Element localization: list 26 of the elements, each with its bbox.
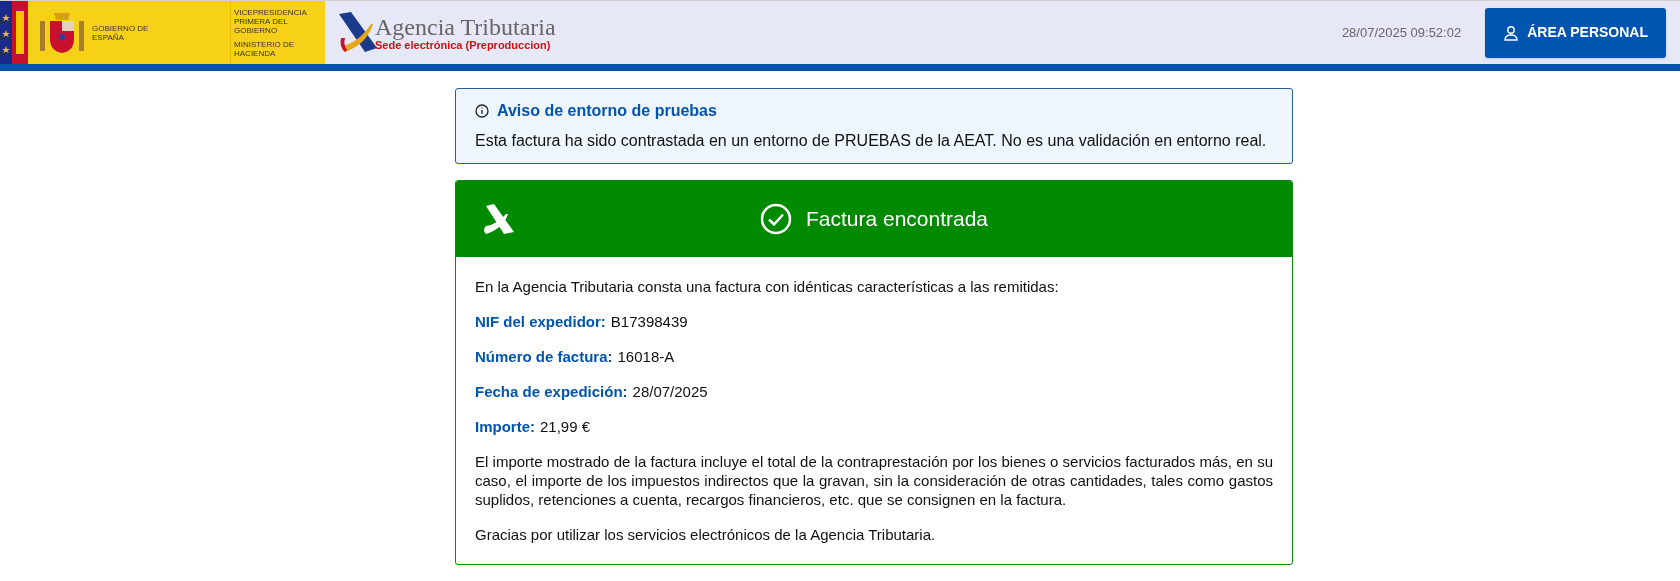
coat-of-arms-icon [38, 10, 86, 55]
agency-name: Agencia Tributaria [375, 14, 556, 39]
government-label: GOBIERNO DE ESPAÑA [92, 23, 150, 42]
info-icon [475, 104, 489, 118]
check-circle-icon [759, 203, 792, 235]
ministry-label: MINISTERIO DE HACIENDA [234, 39, 294, 58]
field-value: 21,99 € [540, 417, 591, 436]
personal-area-button[interactable]: ÁREA PERSONAL [1485, 7, 1666, 58]
result-title: Factura encontrada [805, 206, 989, 233]
vicepresidency-label: VICEPRESIDENCIA PRIMERA DEL GOBIERNO [234, 7, 308, 35]
agency-mark-icon [482, 204, 516, 234]
field-value: B17398439 [610, 312, 688, 331]
result-intro: En la Agencia Tributaria consta una factura con idénticas características a las remitidas: [475, 277, 1060, 296]
field-label: Importe: [475, 417, 535, 436]
field-value: 28/07/2025 [632, 382, 708, 401]
user-icon [1503, 24, 1520, 41]
thanks-text: Gracias por utilizar los servicios electrónicos de la Agencia Tributaria. [475, 525, 937, 544]
datetime-label: 28/07/2025 09:52:02 [1341, 23, 1462, 42]
notice-title: Aviso de entorno de pruebas [497, 101, 717, 121]
field-value: 16018-A [617, 347, 675, 366]
field-label: NIF del expedidor: [475, 312, 606, 331]
field-label: Fecha de expedición: [475, 382, 628, 401]
notice-text: Esta factura ha sido contrastada en un entorno de PRUEBAS de la AEAT. No es una validación en entorno real. [475, 131, 1268, 151]
field-label: Número de factura: [475, 347, 613, 366]
disclaimer-text: El importe mostrado de la factura incluye el total de la contraprestación por los bienes o servicios facturados más, en su caso, el importe de los impuestos indirectos que la gravan, sin la consideración de otras cantidades, tales como gastos suplidos, retenciones a cuenta, recargos financieros, etc. que se consignen en la factura. [475, 452, 1273, 509]
flag-emblem-icon [0, 1, 28, 64]
